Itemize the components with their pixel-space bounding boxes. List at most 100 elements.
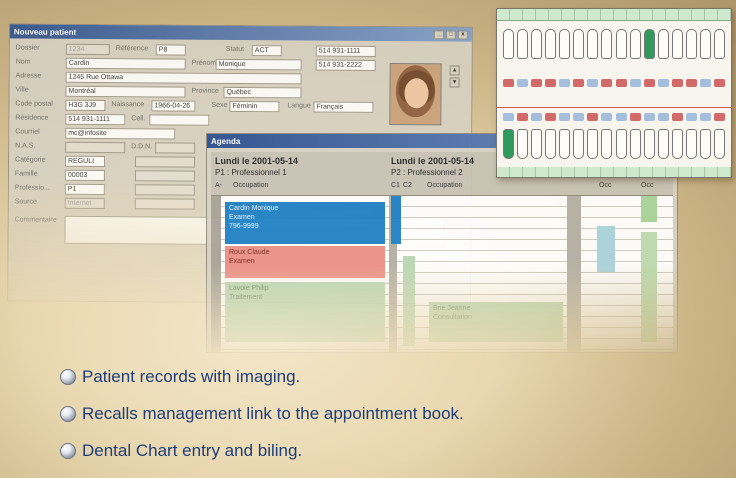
tooth-marker	[629, 113, 641, 121]
tooth[interactable]	[517, 29, 529, 59]
appointment-block[interactable]: Cardin Monique Examen 796-9999	[225, 202, 385, 244]
phone-field-1[interactable]: 514 931-1111	[315, 45, 376, 57]
tooth[interactable]	[657, 29, 669, 59]
tooth-marker	[657, 79, 669, 87]
scroll-up-icon[interactable]: ▲	[449, 65, 460, 76]
province-field[interactable]: Québec	[223, 86, 302, 99]
tooth[interactable]	[615, 29, 627, 59]
tooth[interactable]	[531, 29, 543, 59]
appointment-name: Roux Claude	[229, 249, 270, 256]
tooth[interactable]	[573, 129, 585, 159]
nas-label: N.A.S.	[15, 142, 36, 150]
close-button[interactable]: x	[457, 30, 468, 40]
nom-field[interactable]: Cardin	[65, 57, 186, 70]
tooth-marker	[559, 113, 571, 121]
lower-marker-row	[503, 113, 725, 123]
tooth[interactable]	[545, 29, 557, 59]
tooth[interactable]	[587, 29, 599, 59]
agenda-day1-prof: P1 : Professionnel 1	[215, 168, 287, 177]
minimize-button[interactable]: _	[433, 29, 444, 39]
tooth[interactable]	[601, 29, 613, 59]
dental-chart-topbar	[497, 9, 731, 21]
categorie-field[interactable]: REGULI	[64, 155, 106, 168]
appointment-type: Consultation	[433, 314, 472, 321]
feature-text: Recalls management link to the appointme…	[82, 404, 464, 423]
tooth[interactable]	[573, 29, 585, 59]
tooth[interactable]	[615, 129, 627, 159]
tooth-marker	[713, 79, 725, 87]
scroll-down-icon[interactable]: ▼	[449, 77, 460, 88]
tooth[interactable]	[629, 129, 641, 159]
bullet-icon	[60, 369, 76, 385]
maximize-button[interactable]: □	[445, 29, 456, 40]
col-c2-header: C2	[403, 182, 412, 189]
adresse-field[interactable]: 1245 Rue Ottawa	[65, 71, 302, 85]
upper-marker-row	[503, 79, 725, 89]
tooth[interactable]	[503, 29, 514, 59]
tooth-marker	[615, 113, 627, 121]
postal-field[interactable]: H3G 3J9	[65, 99, 106, 112]
feature-item: Recalls management link to the appointme…	[60, 404, 464, 424]
tooth[interactable]	[559, 29, 571, 59]
postal-label: Code postal	[15, 100, 53, 108]
tooth[interactable]	[657, 129, 669, 159]
appointment-marker-lightgreen	[641, 196, 657, 222]
residence-label: Résidence	[15, 114, 49, 122]
courriel-field[interactable]: mc@infosite	[65, 127, 176, 140]
langue-select[interactable]: Français	[313, 101, 374, 113]
reference-field[interactable]: P8	[155, 44, 186, 56]
appointment-block[interactable]: Roux Claude Examen	[225, 246, 385, 278]
tooth[interactable]	[587, 129, 599, 159]
commentaire-label: Commentaire	[14, 216, 57, 224]
ddn-label: D.D.N.	[131, 143, 153, 151]
tooth-marker	[629, 79, 641, 87]
source-field[interactable]: Internet	[64, 197, 105, 210]
sexe-label: Sexe	[211, 101, 228, 109]
tooth[interactable]	[643, 29, 655, 59]
tooth-marker	[699, 113, 711, 121]
tooth-marker	[517, 79, 529, 87]
tooth[interactable]	[559, 129, 571, 159]
tooth[interactable]	[713, 29, 725, 59]
tooth[interactable]	[685, 29, 697, 59]
tooth[interactable]	[531, 129, 543, 159]
tooth[interactable]	[699, 29, 711, 59]
tooth[interactable]	[699, 129, 711, 159]
agenda-day2-prof: P2 : Professionnel 2	[391, 168, 463, 177]
tooth[interactable]	[685, 129, 697, 159]
appointment-marker-green	[403, 256, 415, 346]
col-occupation-header-1: Occupation	[233, 182, 269, 189]
tooth[interactable]	[629, 29, 641, 59]
famille-field[interactable]: 00003	[64, 169, 105, 182]
tooth[interactable]	[517, 129, 529, 159]
ville-field[interactable]: Montréal	[65, 85, 186, 98]
cell-field[interactable]	[149, 114, 210, 126]
phone-field-2[interactable]: 514 931-2222	[315, 59, 376, 71]
nas-field[interactable]	[65, 141, 126, 154]
source-label: Source	[14, 198, 37, 206]
prenom-field[interactable]: Monique	[215, 58, 302, 71]
tooth-marker	[531, 113, 543, 121]
tooth-marker	[643, 113, 655, 121]
agenda-grid[interactable]: Cardin Monique Examen 796-9999 Roux Clau…	[211, 196, 673, 352]
lower-teeth-row	[503, 129, 725, 163]
appointment-block[interactable]: Brie Jeanne Consultation	[429, 302, 563, 342]
col-occ-header-2: Occ	[641, 182, 654, 189]
dossier-field[interactable]: 1234	[65, 43, 110, 56]
tooth[interactable]	[671, 129, 683, 159]
appointment-block[interactable]: Lavoie Philip Traitement	[225, 282, 385, 342]
tooth[interactable]	[545, 129, 557, 159]
statut-field[interactable]: ACT	[251, 45, 282, 57]
tooth[interactable]	[601, 129, 613, 159]
tooth[interactable]	[671, 29, 683, 59]
sexe-select[interactable]: Féminin	[229, 100, 280, 113]
professionnel-field[interactable]: P1	[64, 183, 105, 196]
tooth[interactable]	[643, 129, 655, 159]
naissance-field[interactable]: 1966-04-26	[151, 100, 196, 112]
tooth[interactable]	[713, 129, 725, 159]
feature-item: Dental Chart entry and biling.	[60, 441, 302, 461]
tooth-marker	[587, 113, 599, 121]
tooth[interactable]	[503, 129, 514, 159]
ddn-field[interactable]	[155, 142, 196, 154]
residence-field[interactable]: 514 931-1111	[65, 113, 126, 126]
